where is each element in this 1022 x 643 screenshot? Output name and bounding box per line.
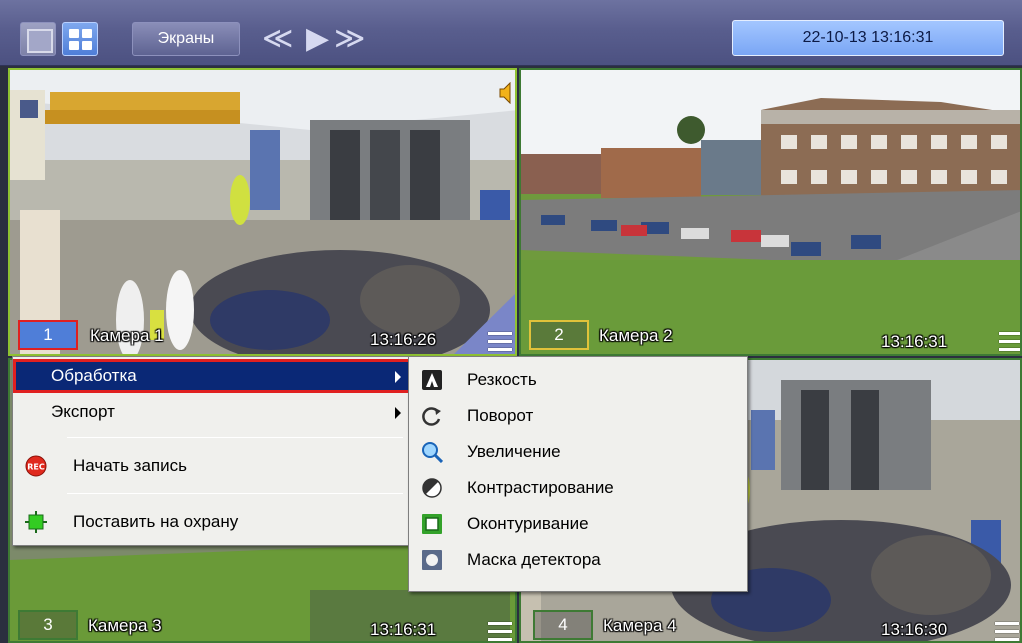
camera-4-menu-icon[interactable] (995, 622, 1019, 641)
arm-icon (25, 511, 47, 533)
camera-4-number: 4 (533, 610, 593, 640)
camera-2-number: 2 (529, 320, 589, 350)
menu-item-start-recording[interactable]: REC Начать запись (13, 449, 411, 483)
submenu-item-label: Поворот (467, 406, 534, 425)
layout-quad-button[interactable] (62, 22, 98, 56)
submenu-arrow-icon (395, 407, 401, 419)
camera-1-number: 1 (18, 320, 78, 350)
outline-icon (422, 514, 442, 534)
submenu-item-label: Маска детектора (467, 550, 601, 569)
top-toolbar: Экраны ≪ ▶ ≫ 22-10-13 13:16:31 (0, 0, 1022, 66)
camera-2-time: 13:16:31 (881, 332, 948, 351)
submenu-item-label: Оконтуривание (467, 514, 589, 533)
submenu-item-rotate[interactable]: Поворот (409, 399, 747, 433)
camera-4-name: Камера 4 (603, 616, 677, 635)
submenu-item-label: Увеличение (467, 442, 561, 461)
menu-item-export[interactable]: Экспорт (13, 395, 411, 429)
camera-3-menu-icon[interactable] (488, 622, 512, 641)
menu-item-arm[interactable]: Поставить на охрану (13, 505, 411, 539)
submenu-item-label: Резкость (467, 370, 537, 389)
camera-3-time: 13:16:31 (370, 620, 437, 639)
play-icon[interactable]: ▶ (306, 20, 329, 58)
layout-single-button[interactable] (20, 22, 56, 56)
camera-4-time: 13:16:30 (881, 620, 948, 639)
menu-item-label: Начать запись (73, 456, 187, 475)
camera-2-video (521, 70, 1020, 354)
menu-item-label: Поставить на охрану (73, 512, 239, 531)
menu-separator (67, 437, 403, 438)
processing-submenu: Резкость Поворот Увеличение Контрастиров… (408, 356, 748, 592)
speaker-icon[interactable] (498, 82, 512, 104)
menu-item-processing[interactable]: Обработка (13, 359, 411, 393)
record-icon: REC (25, 455, 47, 477)
submenu-item-zoom[interactable]: Увеличение (409, 435, 747, 469)
contrast-icon (422, 478, 442, 498)
camera-view-1[interactable]: 1 Камера 1 13:16:26 (8, 68, 517, 356)
camera-2-name: Камера 2 (599, 326, 673, 345)
menu-separator (67, 493, 403, 494)
camera-view-2[interactable]: 2 Камера 2 13:16:31 (519, 68, 1022, 356)
camera-1-name: Камера 1 (90, 326, 164, 345)
camera-context-menu: Обработка Экспорт REC Начать запись Пост… (12, 356, 412, 546)
screens-button[interactable]: Экраны (132, 22, 240, 56)
camera-2-menu-icon[interactable] (999, 332, 1020, 354)
menu-item-label: Экспорт (51, 402, 115, 421)
submenu-arrow-icon (395, 371, 401, 383)
rotate-icon (422, 407, 441, 426)
camera-3-number: 3 (18, 610, 78, 640)
camera-1-time: 13:16:26 (370, 330, 437, 349)
submenu-item-sharpness[interactable]: Резкость (409, 363, 747, 397)
submenu-item-contrast[interactable]: Контрастирование (409, 471, 747, 505)
rewind-icon[interactable]: ≪ (262, 20, 293, 58)
sharpness-icon (422, 370, 442, 390)
datetime-display: 22-10-13 13:16:31 (732, 20, 1004, 56)
detector-mask-icon (422, 550, 442, 570)
submenu-item-detector-mask[interactable]: Маска детектора (409, 543, 747, 577)
menu-item-label: Обработка (51, 366, 137, 385)
submenu-item-outline[interactable]: Оконтуривание (409, 507, 747, 541)
fast-forward-icon[interactable]: ≫ (334, 20, 365, 58)
camera-1-video (10, 70, 515, 354)
zoom-icon (422, 442, 443, 463)
submenu-item-label: Контрастирование (467, 478, 614, 497)
svg-text:REC: REC (27, 463, 45, 472)
camera-3-name: Камера 3 (88, 616, 162, 635)
layout-quad-icon (69, 29, 79, 38)
camera-1-menu-icon[interactable] (488, 332, 512, 354)
